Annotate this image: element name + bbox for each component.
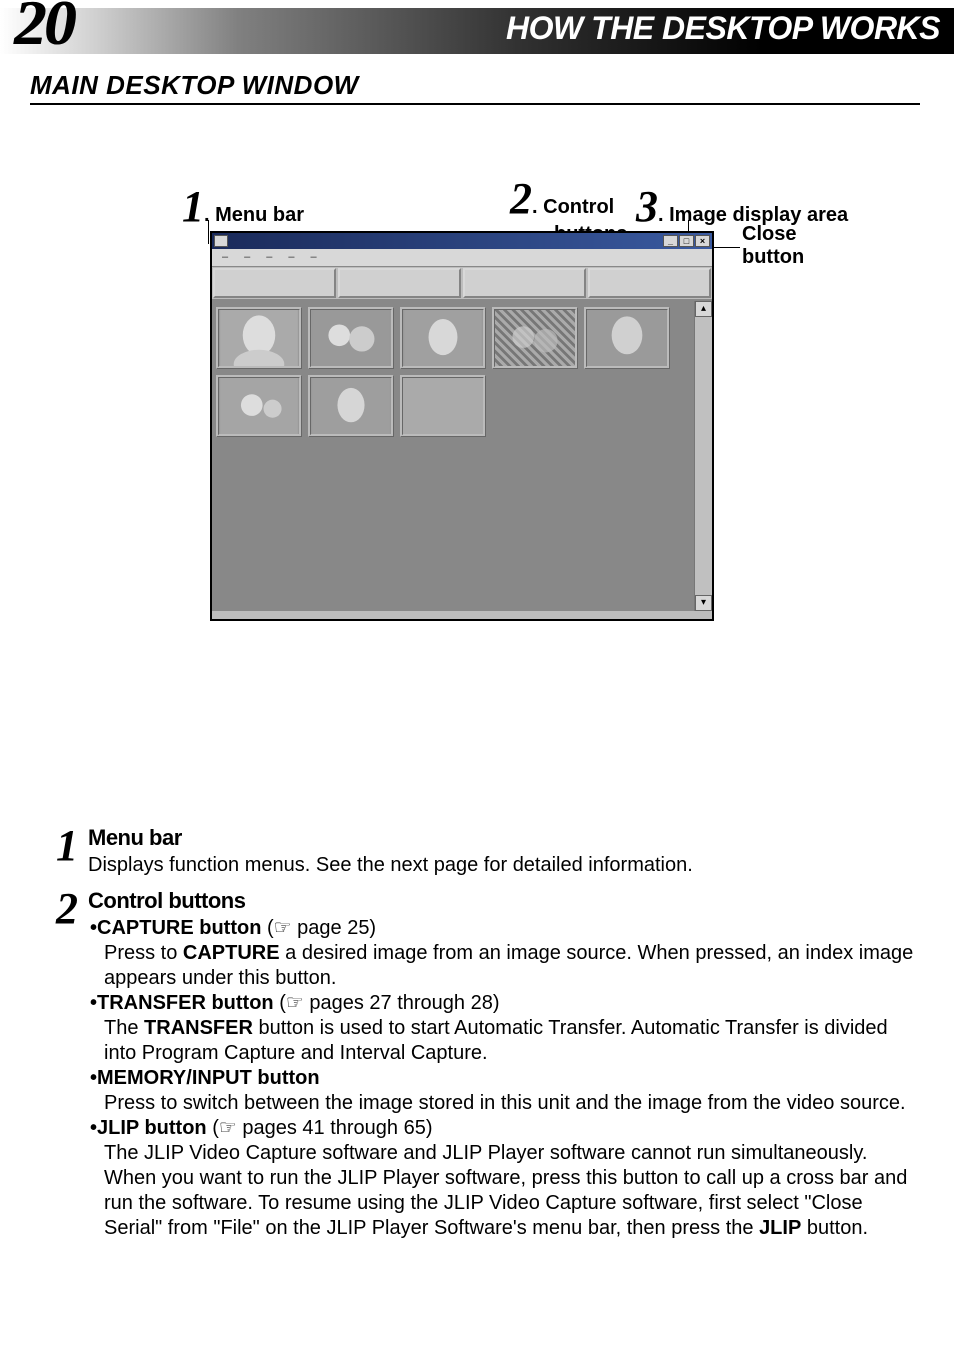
section-title: MAIN DESKTOP WINDOW — [30, 70, 920, 105]
thumbnail[interactable] — [216, 307, 302, 369]
bullet-jlip: •JLIP button (☞ pages 41 through 65) The… — [88, 1116, 916, 1241]
menu-item[interactable]: – — [258, 249, 280, 266]
jlip-button[interactable] — [588, 268, 711, 298]
thumbnail-empty[interactable] — [400, 375, 486, 437]
scroll-up-button[interactable]: ▴ — [695, 301, 712, 317]
item-heading: Control buttons — [88, 888, 916, 914]
bullet-capture: •CAPTURE button (☞ page 25) Press to CAP… — [88, 916, 916, 991]
image-display-area: ▴ ▾ — [212, 301, 712, 611]
maximize-button[interactable]: □ — [679, 235, 694, 247]
titlebar: _ □ × — [212, 233, 712, 249]
item-heading: Menu bar — [88, 825, 916, 851]
thumbnail[interactable] — [308, 307, 394, 369]
menu-item[interactable]: – — [214, 249, 236, 266]
app-window: _ □ × – – – – – — [210, 231, 714, 621]
body-content: 1 Menu bar Displays function menus. See … — [56, 825, 916, 1241]
memory-input-button[interactable] — [463, 268, 586, 298]
window-controls: _ □ × — [663, 235, 710, 247]
item-number: 2 — [56, 888, 88, 1241]
system-menu-icon[interactable] — [214, 235, 228, 247]
close-button[interactable]: × — [695, 235, 710, 247]
bullet-memory-input: •MEMORY/INPUT button Press to switch bet… — [88, 1066, 916, 1116]
menu-bar[interactable]: – – – – – — [212, 249, 712, 267]
item-text: Displays function menus. See the next pa… — [88, 853, 916, 878]
item-number: 1 — [56, 825, 88, 878]
thumbnail-selected[interactable] — [492, 307, 578, 369]
header-bar: 20 HOW THE DESKTOP WORKS — [0, 8, 954, 54]
menu-item[interactable]: – — [236, 249, 258, 266]
item-control-buttons: 2 Control buttons •CAPTURE button (☞ pag… — [56, 888, 916, 1241]
minimize-button[interactable]: _ — [663, 235, 678, 247]
menu-item[interactable]: – — [280, 249, 302, 266]
control-button-row — [212, 267, 712, 301]
transfer-button[interactable] — [338, 268, 461, 298]
diagram-figure: 1. Menu bar 2. Control buttons 3. Image … — [0, 165, 954, 685]
page-number: 20 — [14, 0, 74, 60]
capture-button[interactable] — [213, 268, 336, 298]
thumbnail[interactable] — [308, 375, 394, 437]
thumbnail[interactable] — [216, 375, 302, 437]
scrollbar[interactable]: ▴ ▾ — [694, 301, 712, 611]
callout-menu-bar: 1. Menu bar — [182, 183, 304, 231]
menu-item[interactable]: – — [303, 249, 325, 266]
thumbnail[interactable] — [584, 307, 670, 369]
thumbnail[interactable] — [400, 307, 486, 369]
callout-close-button: Close button — [742, 223, 804, 269]
bullet-transfer: •TRANSFER button (☞ pages 27 through 28)… — [88, 991, 916, 1066]
page-title: HOW THE DESKTOP WORKS — [506, 10, 940, 47]
scroll-down-button[interactable]: ▾ — [695, 595, 712, 611]
item-menu-bar: 1 Menu bar Displays function menus. See … — [56, 825, 916, 878]
